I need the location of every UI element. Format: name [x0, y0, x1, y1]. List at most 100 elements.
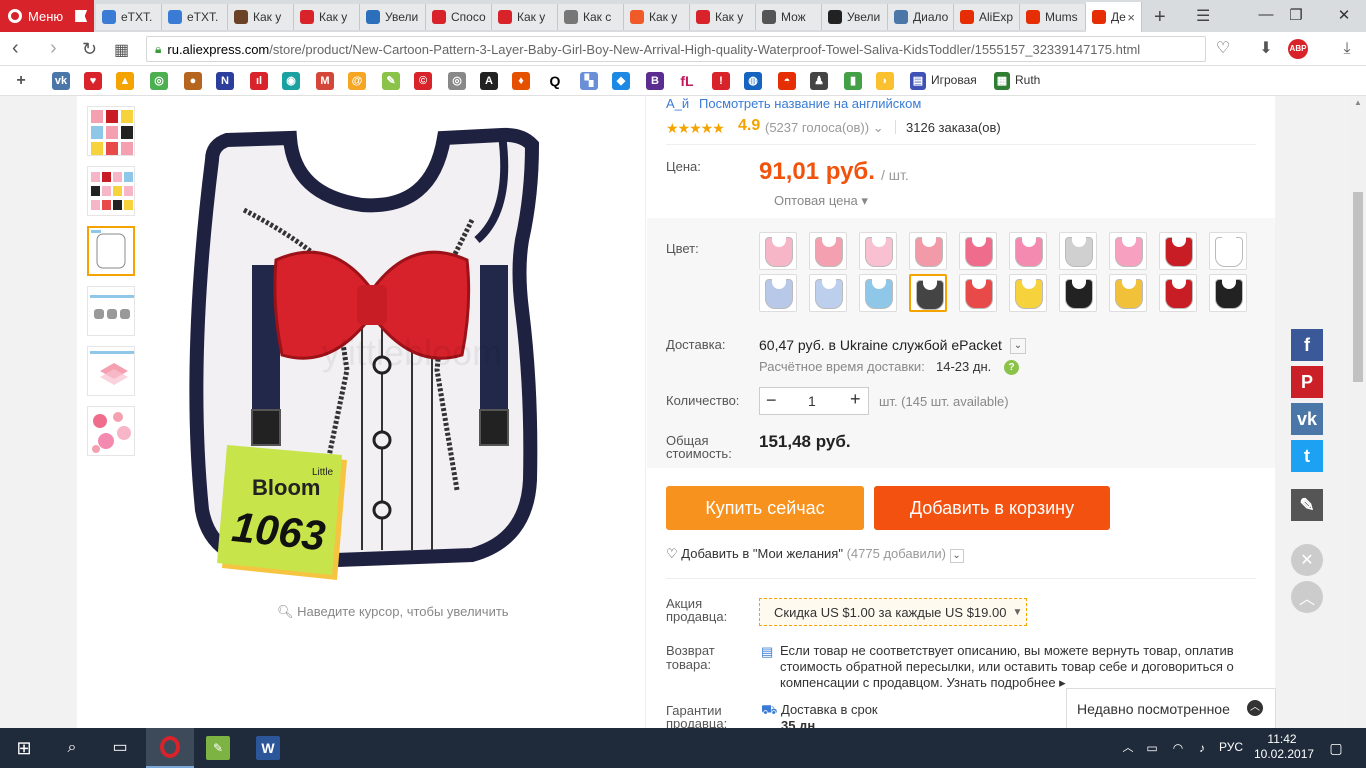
recently-viewed-bar[interactable]: Недавно посмотренное ︿: [1066, 688, 1276, 728]
tab-menu-icon[interactable]: ☰: [1196, 6, 1210, 26]
edit-share-icon[interactable]: ✎: [1291, 489, 1323, 521]
windows-start-icon[interactable]: ⊞: [12, 736, 36, 760]
twitter-share-icon[interactable]: t: [1291, 440, 1323, 472]
bookmark-icon[interactable]: Q: [546, 72, 564, 90]
word-icon[interactable]: W: [256, 736, 280, 760]
wifi-icon[interactable]: ◠: [1166, 736, 1190, 760]
adblock-icon[interactable]: ABP: [1288, 39, 1308, 59]
add-to-wishlist-link[interactable]: ♡ Добавить в "Мои желания" (4775 добавил…: [666, 546, 964, 563]
browser-tab[interactable]: AliExp: [954, 4, 1020, 30]
browser-tab[interactable]: Диало: [888, 4, 954, 30]
color-swatch[interactable]: [1059, 274, 1097, 312]
gmail-bookmark-icon[interactable]: M: [316, 72, 334, 90]
folder-icon[interactable]: ▤: [910, 72, 926, 90]
clock[interactable]: 11:42 10.02.2017: [1254, 732, 1314, 762]
opera-menu-button[interactable]: Меню: [0, 0, 94, 32]
seller-promo-dropdown[interactable]: Скидка US $1.00 за каждые US $19.00 ▼: [759, 598, 1027, 626]
chevron-down-icon[interactable]: ⌄: [949, 549, 964, 563]
sheet-icon[interactable]: ▦: [994, 72, 1010, 90]
browser-tab[interactable]: Как у: [690, 4, 756, 30]
download-icon[interactable]: ⤓: [1337, 39, 1357, 59]
browser-tab[interactable]: Как у: [492, 4, 558, 30]
bookmark-icon[interactable]: ♟: [810, 72, 828, 90]
gallery-thumbnail[interactable]: [87, 166, 135, 216]
buy-now-button[interactable]: Купить сейчас: [666, 486, 864, 530]
bookmark-icon[interactable]: N: [216, 72, 234, 90]
bookmark-icon[interactable]: @: [348, 72, 366, 90]
browser-tab[interactable]: Как у: [294, 4, 360, 30]
forward-icon[interactable]: ›: [50, 37, 57, 60]
minimize-icon[interactable]: —: [1256, 6, 1276, 23]
color-swatch[interactable]: [959, 232, 997, 270]
color-swatch[interactable]: [1109, 274, 1147, 312]
bookmark-icon[interactable]: ▚: [580, 72, 598, 90]
plus-icon[interactable]: +: [850, 389, 861, 410]
facebook-share-icon[interactable]: f: [1291, 329, 1323, 361]
color-swatch[interactable]: [909, 232, 947, 270]
gallery-thumbnail[interactable]: [87, 406, 135, 456]
new-tab-icon[interactable]: +: [1154, 6, 1166, 29]
vk-bookmark-icon[interactable]: vk: [52, 72, 70, 90]
color-swatch[interactable]: [759, 274, 797, 312]
browser-tab[interactable]: eTXT.: [96, 4, 162, 30]
back-icon[interactable]: ‹: [12, 37, 19, 60]
color-swatch[interactable]: [1159, 274, 1197, 312]
bookmark-icon[interactable]: ♥: [84, 72, 102, 90]
browser-tab[interactable]: Спосо: [426, 4, 492, 30]
color-swatch[interactable]: [859, 232, 897, 270]
bookmark-icon[interactable]: ◎: [448, 72, 466, 90]
close-window-icon[interactable]: ✕: [1334, 6, 1354, 24]
speed-dial-icon[interactable]: ▦: [114, 40, 129, 60]
notepad-icon[interactable]: ✎: [206, 736, 230, 760]
bookmark-icon[interactable]: ◍: [744, 72, 762, 90]
bookmark-icon[interactable]: fL: [678, 72, 696, 90]
product-main-image[interactable]: Bloom Little 1063 ylittlebloom: [172, 110, 622, 600]
heart-bookmark-icon[interactable]: ♡: [1213, 39, 1233, 59]
browser-tab[interactable]: Мож: [756, 4, 822, 30]
color-swatch[interactable]: [1209, 232, 1247, 270]
bookmark-icon[interactable]: ♦: [512, 72, 530, 90]
bookmark-icon[interactable]: ◉: [282, 72, 300, 90]
browser-tab[interactable]: eTXT.: [162, 4, 228, 30]
language-indicator[interactable]: РУС: [1219, 740, 1243, 754]
color-swatch[interactable]: [1009, 232, 1047, 270]
scrollbar-thumb[interactable]: [1353, 192, 1363, 382]
vk-share-icon[interactable]: vk: [1291, 403, 1323, 435]
search-icon[interactable]: ⌕: [60, 736, 84, 760]
bookmark-icon[interactable]: ıl: [250, 72, 268, 90]
gallery-thumbnail[interactable]: [87, 346, 135, 396]
volume-icon[interactable]: ♪: [1190, 736, 1214, 760]
translate-title-link[interactable]: Посмотреть название на английском: [699, 96, 921, 111]
page-scrollbar[interactable]: ▲: [1350, 96, 1366, 728]
bookmark-icon[interactable]: ◗: [876, 72, 894, 90]
color-swatch[interactable]: [909, 274, 947, 312]
pocket-icon[interactable]: ⬇: [1256, 39, 1276, 59]
bookmark-icon[interactable]: ◆: [612, 72, 630, 90]
minus-icon[interactable]: −: [766, 390, 777, 411]
color-swatch[interactable]: [1159, 232, 1197, 270]
bookmark-icon[interactable]: ◓: [778, 72, 796, 90]
task-view-icon[interactable]: ▭: [108, 736, 132, 760]
tray-chevron-icon[interactable]: ︿: [1116, 736, 1140, 760]
scroll-top-icon[interactable]: ︿: [1291, 581, 1323, 613]
quantity-input[interactable]: 1: [808, 393, 816, 409]
browser-tab[interactable]: Де ×: [1086, 2, 1142, 32]
color-swatch[interactable]: [759, 232, 797, 270]
browser-tab[interactable]: Увели: [360, 4, 426, 30]
browser-tab[interactable]: Увели: [822, 4, 888, 30]
bookmark-icon[interactable]: ✎: [382, 72, 400, 90]
gallery-thumbnail-selected[interactable]: [87, 226, 135, 276]
delivery-dropdown-icon[interactable]: ⌄: [1010, 338, 1026, 354]
browser-tab[interactable]: Как у: [624, 4, 690, 30]
scroll-up-arrow-icon[interactable]: ▲: [1354, 98, 1362, 107]
color-swatch[interactable]: [859, 274, 897, 312]
bookmark-icon[interactable]: ©: [414, 72, 432, 90]
browser-tab[interactable]: Как у: [228, 4, 294, 30]
bookmark-igrovaya[interactable]: Игровая: [931, 73, 977, 87]
add-to-cart-button[interactable]: Добавить в корзину: [874, 486, 1110, 530]
gallery-thumbnail[interactable]: [87, 106, 135, 156]
browser-tab[interactable]: Mums: [1020, 4, 1086, 30]
bookmark-icon[interactable]: ◎: [150, 72, 168, 90]
color-swatch[interactable]: [1209, 274, 1247, 312]
bookmark-ruth[interactable]: Ruth: [1015, 73, 1040, 87]
